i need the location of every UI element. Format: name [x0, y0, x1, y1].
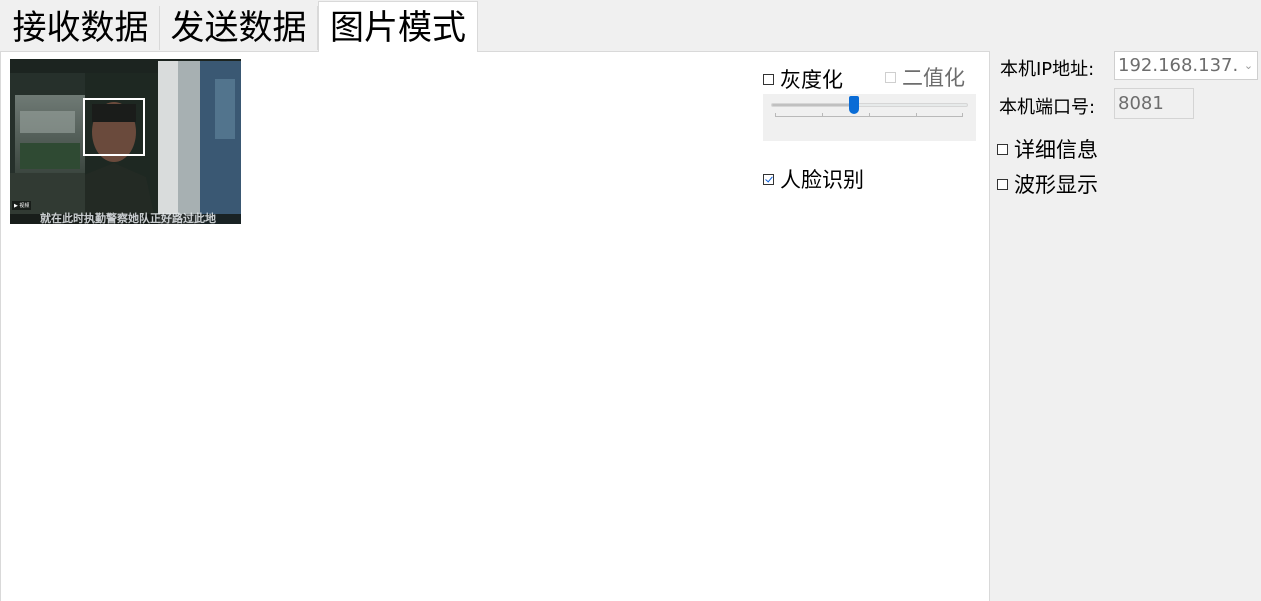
slider-tick [962, 113, 963, 117]
port-label: 本机端口号: [999, 97, 1096, 118]
slider-fill [772, 104, 854, 106]
binarize-checkbox[interactable]: 二值化 [885, 62, 965, 92]
face-recognition-checkbox-box[interactable] [763, 173, 774, 185]
slider-tick [775, 113, 776, 117]
grayscale-checkbox-box[interactable] [763, 73, 774, 85]
tab-receive-data[interactable]: 接收数据 [2, 6, 160, 50]
waveform-checkbox[interactable]: 波形显示 [997, 169, 1098, 199]
grayscale-checkbox[interactable]: 灰度化 [763, 64, 843, 94]
threshold-slider[interactable] [763, 94, 976, 141]
face-recognition-checkbox[interactable]: 人脸识别 [763, 164, 864, 194]
binarize-label: 二值化 [902, 66, 965, 90]
waveform-checkbox-box[interactable] [997, 178, 1008, 190]
ip-address-label: 本机IP地址: [1000, 59, 1095, 80]
face-detection-box [83, 98, 145, 156]
slider-tick [916, 113, 917, 117]
chevron-down-icon[interactable]: ⌄ [1240, 52, 1257, 79]
binarize-checkbox-box[interactable] [885, 71, 896, 83]
ip-address-combobox[interactable]: 192.168.137. ⌄ [1114, 51, 1258, 80]
slider-tick [822, 113, 823, 117]
grayscale-label: 灰度化 [780, 68, 843, 92]
tab-send-data[interactable]: 发送数据 [160, 6, 318, 50]
video-watermark: ▶ 视频 [12, 201, 32, 210]
slider-tick [869, 113, 870, 117]
detail-info-checkbox[interactable]: 详细信息 [997, 134, 1098, 164]
port-value: 8081 [1118, 93, 1164, 114]
port-field[interactable]: 8081 [1114, 88, 1194, 119]
waveform-label: 波形显示 [1014, 173, 1098, 197]
camera-subtitle: 就在此时执勤警察她队正好路过此地 [40, 212, 216, 224]
detail-info-label: 详细信息 [1014, 138, 1098, 162]
slider-ticks [775, 113, 963, 117]
camera-preview: ▶ 视频 就在此时执勤警察她队正好路过此地 [10, 59, 241, 224]
face-recognition-label: 人脸识别 [780, 168, 864, 192]
tab-bar: 接收数据 发送数据 图片模式 [0, 0, 1261, 52]
tab-image-mode[interactable]: 图片模式 [318, 1, 478, 52]
ip-address-value: 192.168.137. [1118, 55, 1239, 76]
slider-groove[interactable] [771, 103, 968, 107]
image-mode-pane: ▶ 视频 就在此时执勤警察她队正好路过此地 灰度化 二值化 人脸识别 [0, 51, 990, 601]
slider-handle[interactable] [848, 96, 859, 114]
detail-info-checkbox-box[interactable] [997, 143, 1008, 155]
